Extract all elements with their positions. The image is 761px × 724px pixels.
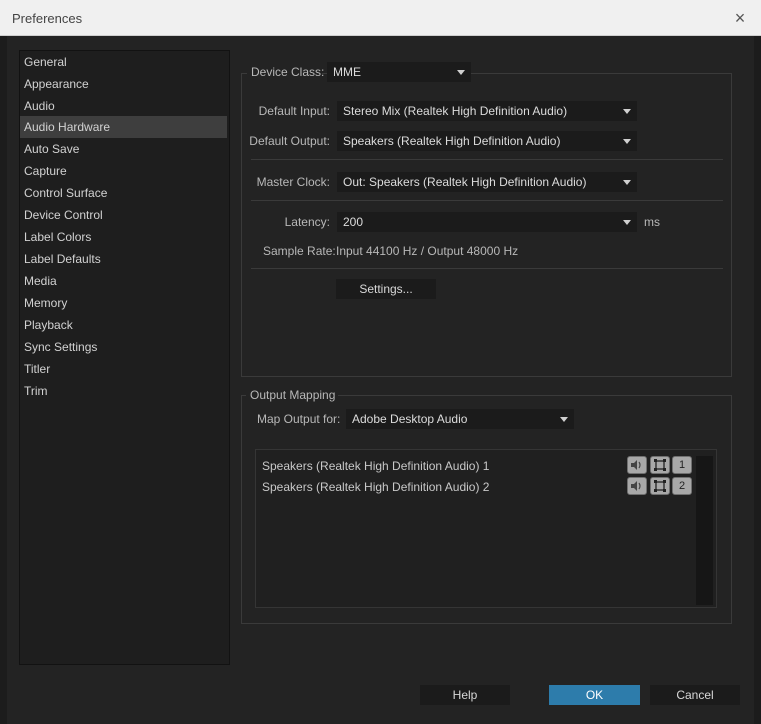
close-icon[interactable]: × bbox=[727, 6, 753, 30]
help-button[interactable]: Help bbox=[420, 685, 510, 705]
default-input-value: Stereo Mix (Realtek High Definition Audi… bbox=[343, 104, 568, 118]
output-row-2-label: Speakers (Realtek High Definition Audio)… bbox=[262, 480, 490, 494]
sidebar-item-label-defaults[interactable]: Label Defaults bbox=[20, 248, 227, 270]
title-bar: Preferences × bbox=[0, 0, 761, 36]
device-class-dropdown[interactable]: MME bbox=[327, 62, 471, 82]
output-list-scrollbar[interactable] bbox=[696, 456, 713, 605]
chevron-down-icon bbox=[457, 70, 465, 75]
default-output-dropdown[interactable]: Speakers (Realtek High Definition Audio) bbox=[337, 131, 637, 151]
channel-expand-icon[interactable] bbox=[650, 477, 670, 495]
sidebar-item-media[interactable]: Media bbox=[20, 270, 227, 292]
sidebar-item-sync-settings[interactable]: Sync Settings bbox=[20, 336, 227, 358]
divider bbox=[251, 200, 723, 201]
frame-icon bbox=[654, 480, 666, 492]
sample-rate-label: Sample Rate: bbox=[263, 244, 336, 258]
chevron-down-icon bbox=[623, 180, 631, 185]
sidebar-item-control-surface[interactable]: Control Surface bbox=[20, 182, 227, 204]
divider bbox=[251, 159, 723, 160]
map-output-for-label: Map Output for: bbox=[257, 412, 341, 426]
device-class-value: MME bbox=[333, 65, 361, 79]
frame-icon bbox=[654, 459, 666, 471]
default-input-label: Default Input: bbox=[258, 104, 330, 118]
sidebar-item-label-colors[interactable]: Label Colors bbox=[20, 226, 227, 248]
latency-dropdown[interactable]: 200 bbox=[337, 212, 637, 232]
sidebar-item-memory[interactable]: Memory bbox=[20, 292, 227, 314]
master-clock-label: Master Clock: bbox=[256, 175, 330, 189]
map-output-for-dropdown[interactable]: Adobe Desktop Audio bbox=[346, 409, 574, 429]
cancel-button[interactable]: Cancel bbox=[650, 685, 740, 705]
sidebar-item-general[interactable]: General bbox=[20, 51, 227, 73]
output-channel-list: Speakers (Realtek High Definition Audio)… bbox=[255, 449, 717, 608]
output-row-1-label: Speakers (Realtek High Definition Audio)… bbox=[262, 459, 490, 473]
chevron-down-icon bbox=[623, 139, 631, 144]
sidebar-item-titler[interactable]: Titler bbox=[20, 358, 227, 380]
sidebar-item-appearance[interactable]: Appearance bbox=[20, 73, 227, 95]
latency-unit: ms bbox=[644, 215, 660, 229]
speaker-icon bbox=[631, 481, 641, 491]
sidebar-item-playback[interactable]: Playback bbox=[20, 314, 227, 336]
settings-button[interactable]: Settings... bbox=[336, 279, 436, 299]
map-output-for-value: Adobe Desktop Audio bbox=[352, 412, 468, 426]
chevron-down-icon bbox=[560, 417, 568, 422]
chevron-down-icon bbox=[623, 109, 631, 114]
speaker-routing-icon[interactable] bbox=[627, 456, 647, 474]
preferences-category-list: General Appearance Audio Audio Hardware … bbox=[19, 50, 230, 665]
sidebar-item-capture[interactable]: Capture bbox=[20, 160, 227, 182]
channel-number-badge[interactable]: 1 bbox=[672, 456, 692, 474]
output-mapping-title: Output Mapping bbox=[250, 388, 336, 402]
latency-value: 200 bbox=[343, 215, 364, 229]
ok-button[interactable]: OK bbox=[549, 685, 640, 705]
default-input-dropdown[interactable]: Stereo Mix (Realtek High Definition Audi… bbox=[337, 101, 637, 121]
sidebar-item-auto-save[interactable]: Auto Save bbox=[20, 138, 227, 160]
channel-expand-icon[interactable] bbox=[650, 456, 670, 474]
channel-number-badge[interactable]: 2 bbox=[672, 477, 692, 495]
sidebar-item-audio[interactable]: Audio bbox=[20, 95, 227, 117]
sidebar-item-trim[interactable]: Trim bbox=[20, 380, 227, 402]
chevron-down-icon bbox=[623, 220, 631, 225]
default-output-value: Speakers (Realtek High Definition Audio) bbox=[343, 134, 561, 148]
master-clock-dropdown[interactable]: Out: Speakers (Realtek High Definition A… bbox=[337, 172, 637, 192]
latency-label: Latency: bbox=[284, 215, 330, 229]
device-class-label: Device Class: bbox=[251, 65, 325, 79]
window-title: Preferences bbox=[12, 11, 83, 26]
divider bbox=[251, 268, 723, 269]
sidebar-item-device-control[interactable]: Device Control bbox=[20, 204, 227, 226]
sidebar-item-audio-hardware[interactable]: Audio Hardware bbox=[20, 116, 227, 138]
default-output-label: Default Output: bbox=[249, 134, 330, 148]
speaker-routing-icon[interactable] bbox=[627, 477, 647, 495]
sample-rate-value: Input 44100 Hz / Output 48000 Hz bbox=[336, 244, 519, 258]
speaker-icon bbox=[631, 460, 641, 470]
master-clock-value: Out: Speakers (Realtek High Definition A… bbox=[343, 175, 587, 189]
